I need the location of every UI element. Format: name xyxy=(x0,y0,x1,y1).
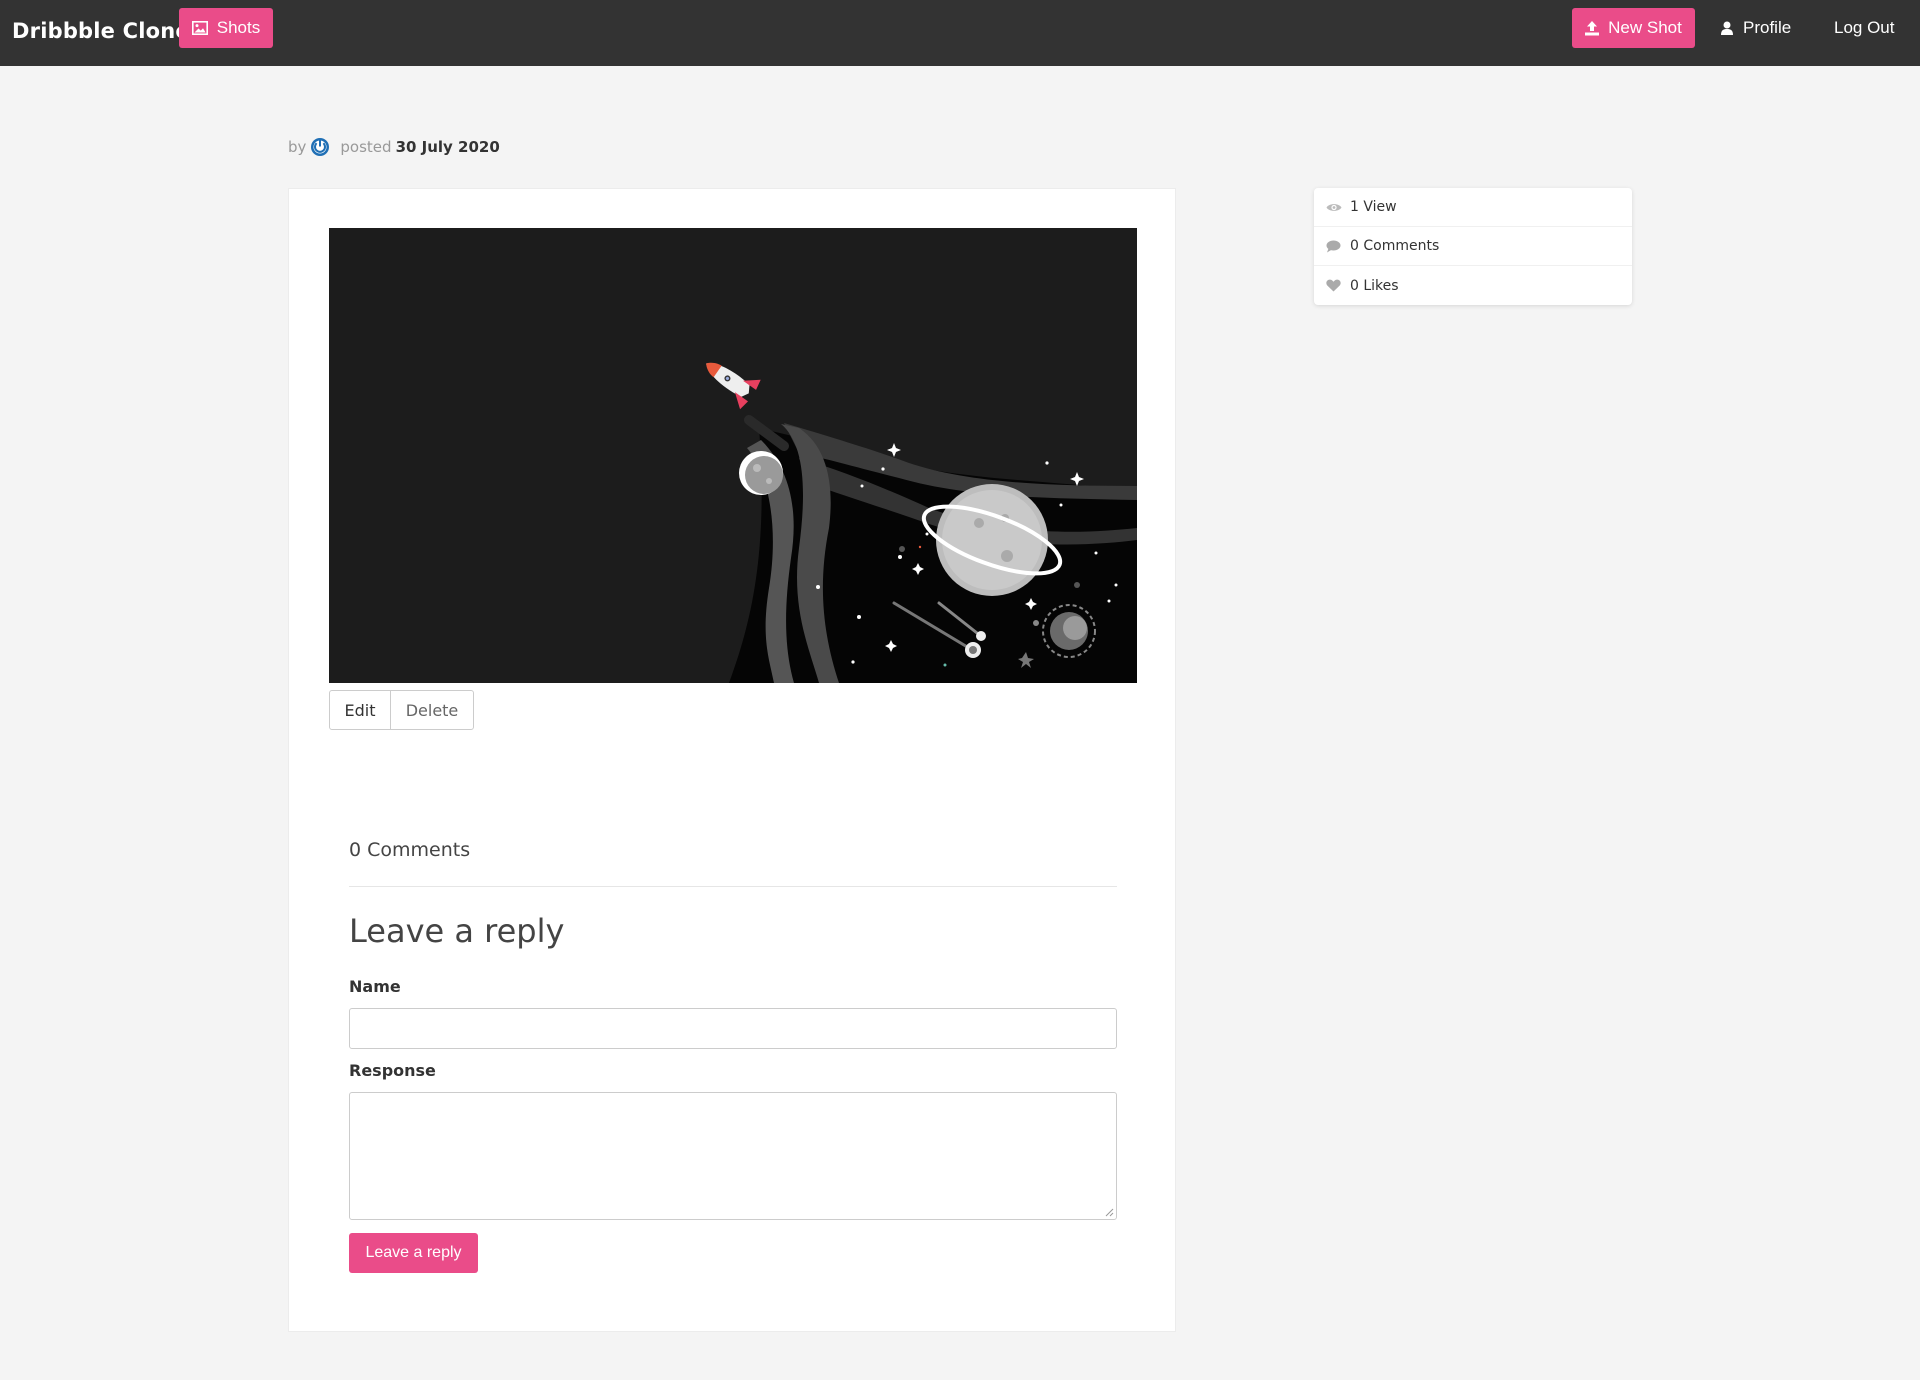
response-textarea[interactable] xyxy=(349,1092,1117,1220)
new-shot-button[interactable]: New Shot xyxy=(1572,8,1695,48)
heart-icon xyxy=(1326,279,1342,293)
shot-image[interactable] xyxy=(329,228,1137,683)
logout-label: Log Out xyxy=(1834,18,1895,37)
profile-link[interactable]: Profile xyxy=(1721,8,1791,48)
comment-icon xyxy=(1326,239,1342,253)
shot-actions: Edit Delete xyxy=(329,690,474,730)
user-icon xyxy=(1721,21,1733,35)
posted-label: posted xyxy=(340,138,392,156)
upload-icon xyxy=(1585,20,1600,35)
response-label: Response xyxy=(349,1061,436,1080)
divider xyxy=(349,886,1117,887)
shot-stats-panel: 1 View 0 Comments 0 Likes xyxy=(1314,188,1632,305)
post-date: 30 July 2020 xyxy=(395,138,500,156)
shots-label: Shots xyxy=(216,18,261,37)
space-rocket-illustration xyxy=(329,228,1137,683)
delete-button[interactable]: Delete xyxy=(391,691,473,729)
by-label: by xyxy=(288,138,307,156)
top-navbar: Dribbble Clone Shots New Shot Profile Lo… xyxy=(0,0,1920,66)
likes-count: 0 Likes xyxy=(1350,277,1399,294)
comments-count: 0 Comments xyxy=(349,839,471,861)
shots-button[interactable]: Shots xyxy=(179,8,273,48)
brand-logo[interactable]: Dribbble Clone xyxy=(12,19,190,43)
views-stat: 1 View xyxy=(1314,188,1632,227)
shot-meta: by posted 30 July 2020 xyxy=(288,137,500,157)
views-count: 1 View xyxy=(1350,199,1397,215)
eye-icon xyxy=(1326,200,1342,214)
image-icon xyxy=(191,21,208,35)
author-avatar-icon[interactable] xyxy=(310,137,330,157)
comments-stat-count: 0 Comments xyxy=(1350,238,1440,254)
name-label: Name xyxy=(349,977,401,996)
reply-heading: Leave a reply xyxy=(349,912,565,950)
new-shot-label: New Shot xyxy=(1608,18,1682,37)
name-input[interactable] xyxy=(349,1008,1117,1049)
shot-card: Edit Delete 0 Comments Leave a reply Nam… xyxy=(288,188,1176,1332)
logout-link[interactable]: Log Out xyxy=(1834,8,1895,48)
leave-reply-button[interactable]: Leave a reply xyxy=(349,1233,478,1273)
resize-grip-icon[interactable] xyxy=(1105,1208,1114,1217)
profile-label: Profile xyxy=(1743,18,1792,37)
comments-stat: 0 Comments xyxy=(1314,227,1632,266)
edit-button[interactable]: Edit xyxy=(330,691,391,729)
likes-stat: 0 Likes xyxy=(1314,266,1632,305)
